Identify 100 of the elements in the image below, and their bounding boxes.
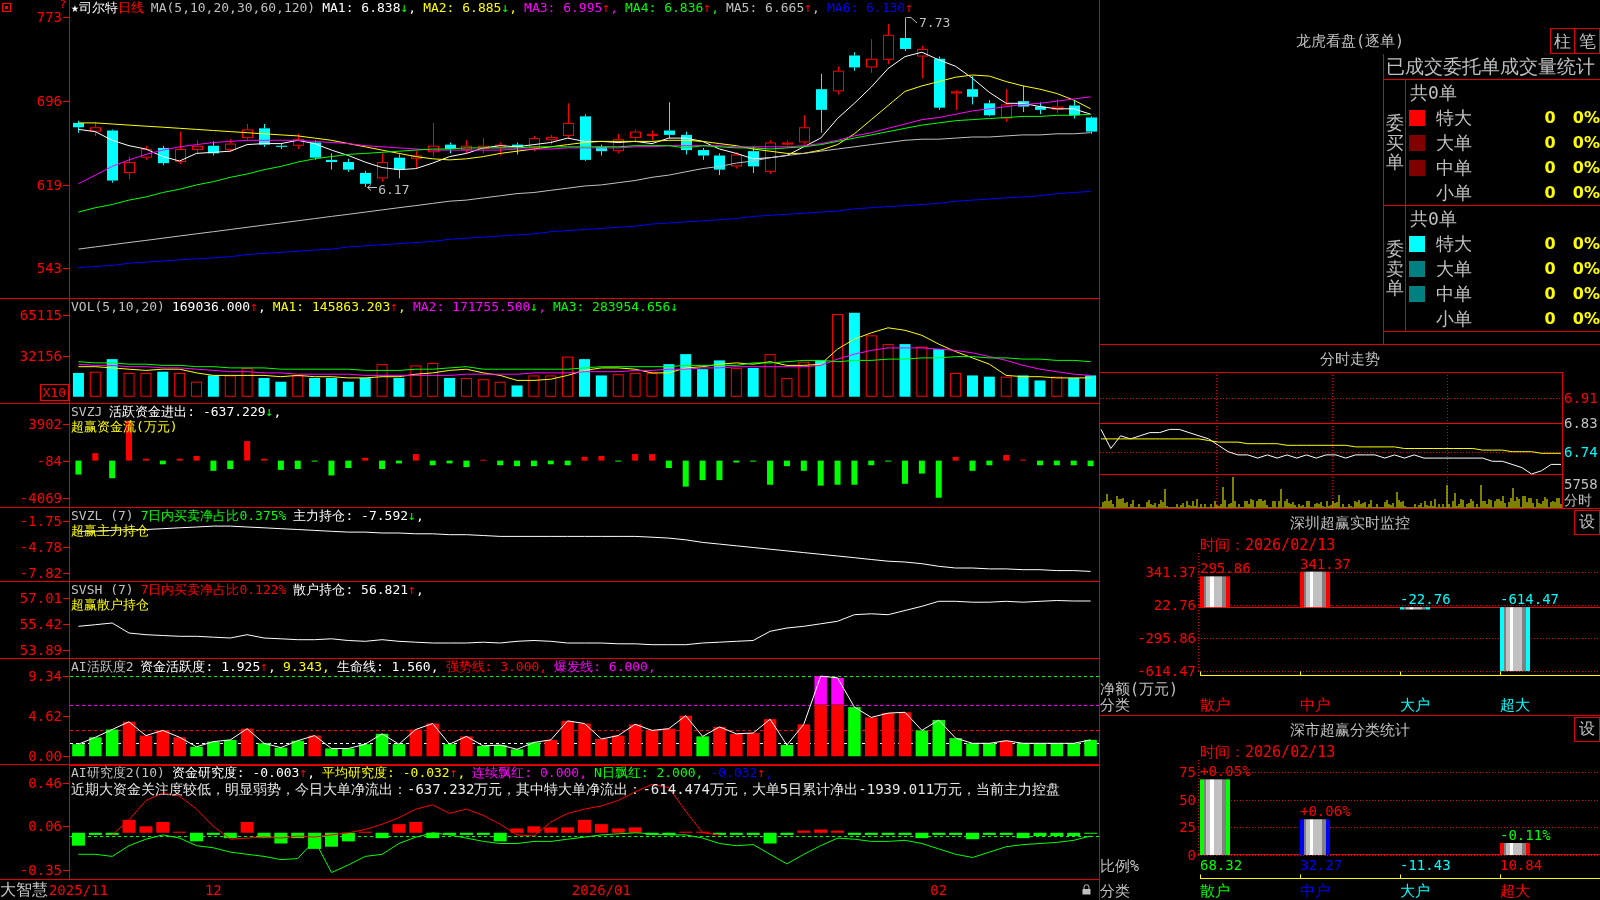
axis-title: 分类: [1100, 883, 1130, 899]
chart-bar: [342, 381, 354, 397]
candle: [208, 140, 219, 157]
chart-bar: [933, 349, 945, 397]
axis-label: 543: [36, 259, 62, 276]
chart-bar: [612, 374, 624, 397]
chart-bar: [157, 371, 169, 397]
axis-title: 分类: [1100, 697, 1130, 713]
chart-bar: [309, 377, 321, 397]
axis-label: 55.42: [19, 616, 62, 633]
axis-label: 50: [1178, 792, 1196, 807]
chart-bar: [477, 379, 489, 397]
legend-entry: AI活跃度2: [71, 659, 134, 674]
chart-bar: [1067, 832, 1081, 836]
chart-bar: [699, 460, 706, 481]
value-label: 341.37: [1300, 556, 1351, 571]
settings-button[interactable]: 设: [1574, 717, 1600, 742]
axis-label: 5758: [1564, 476, 1598, 492]
order-share: 0%: [1572, 107, 1600, 128]
chart-bar: [595, 375, 607, 397]
value-label: 32.27: [1300, 858, 1343, 872]
chart-bar: [999, 740, 1013, 757]
legend-entry: MA1: 6.838↓,: [322, 0, 417, 15]
chart-bar: [244, 441, 251, 461]
scale-label: X10: [39, 384, 69, 401]
order-total: 共0单: [1410, 82, 1457, 103]
candle: [731, 151, 742, 170]
chart-bar: [817, 460, 824, 486]
chart-bar: [123, 372, 135, 397]
chart-bar: [581, 456, 588, 461]
order-share: 0%: [1572, 283, 1600, 304]
candle: [73, 120, 84, 134]
chart-bar: [89, 371, 101, 397]
chart-bar: [649, 454, 655, 461]
chart-bar: [746, 832, 760, 835]
chart-bar: [393, 377, 405, 397]
chart-bar: [594, 824, 608, 833]
chart-bar: [815, 360, 827, 397]
chart-bar: [358, 744, 372, 757]
chart-bar: [105, 832, 119, 835]
chart-bar: [865, 717, 878, 757]
chart-bar: [730, 367, 742, 397]
help-mark: ?: [59, 0, 66, 10]
chart-bar: [729, 832, 743, 835]
chart-bar: [460, 377, 472, 397]
chart-bar: [359, 377, 371, 397]
chart-bar: [72, 744, 85, 757]
chart-bar: [257, 743, 271, 757]
candle: [326, 152, 337, 171]
chart-bar: [932, 832, 946, 835]
price-label: 6.17: [378, 183, 410, 198]
candle: [90, 121, 101, 137]
legend-entry: SVSH (7): [71, 582, 134, 597]
legend-entry: MA3: 283954.656↓: [553, 299, 679, 314]
chart-bar: [176, 458, 183, 461]
chart-bar: [257, 832, 271, 839]
order-size-label: 特大: [1436, 106, 1472, 129]
order-count: 0: [1544, 283, 1556, 304]
axis-label: 25: [1178, 820, 1196, 835]
axis-title: 净额(万元): [1100, 681, 1179, 697]
settings-button[interactable]: 设: [1574, 510, 1600, 535]
chart-bar: [783, 460, 790, 467]
chart-bar: [139, 826, 153, 833]
square-icon: [2, 3, 11, 12]
order-count: 0: [1544, 308, 1556, 329]
legend-entry: 活跃资金进出: -637.229↓,: [109, 404, 282, 419]
view-button[interactable]: 笔: [1575, 28, 1600, 54]
group-label: 委卖单: [1385, 238, 1404, 299]
chart-bar: [1053, 460, 1060, 466]
chart-bar: [564, 460, 571, 466]
lock-icon: [1082, 884, 1091, 895]
axis-label: 619: [36, 176, 62, 193]
legend-entry: 7日内买卖净占比0.375%: [140, 508, 287, 523]
chart-bar: [258, 377, 270, 397]
order-share: 0%: [1572, 157, 1600, 178]
chart-bar: [106, 359, 118, 397]
order-count: 0: [1544, 132, 1556, 153]
chart-bar: [291, 832, 305, 839]
chart-bar: [227, 460, 234, 469]
chart-bar: [409, 822, 423, 833]
candle: [495, 141, 506, 157]
axis-label: 0.06: [28, 818, 62, 835]
chart-bar: [274, 832, 288, 844]
chart-bar: [797, 724, 811, 757]
chart-bar: [191, 381, 202, 397]
indicator-title: 超赢散户持仓: [71, 597, 149, 612]
chart-bar: [410, 365, 422, 397]
chart-bar: [730, 733, 743, 757]
chart-bar: [881, 713, 895, 757]
view-button[interactable]: 柱: [1550, 28, 1575, 54]
candle: [1069, 99, 1080, 120]
chart-bar: [1500, 607, 1530, 672]
chart-bar: [190, 746, 203, 757]
axis-label: 53.89: [19, 641, 62, 658]
chart-bar: [122, 721, 136, 757]
chart-bar: [328, 460, 335, 476]
candle: [799, 114, 810, 146]
chart-bar: [645, 832, 659, 835]
order-size-label: 小单: [1436, 181, 1472, 204]
axis-label: 6.83: [1564, 415, 1598, 431]
